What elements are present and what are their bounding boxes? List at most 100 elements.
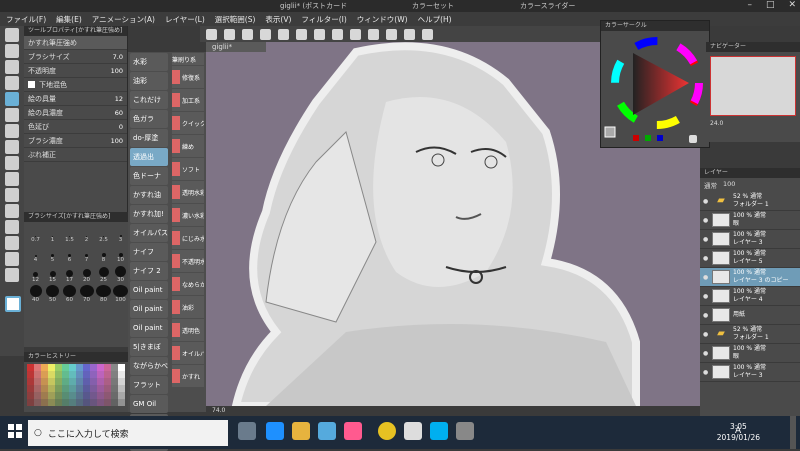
- color-swatch[interactable]: [55, 392, 62, 399]
- color-swatch[interactable]: [34, 399, 41, 406]
- color-swatch[interactable]: [69, 385, 76, 392]
- pen-tool-icon[interactable]: [5, 92, 19, 106]
- color-swatch[interactable]: [62, 371, 69, 378]
- eye-icon[interactable]: ●: [703, 369, 709, 376]
- sub-tool-item[interactable]: ながらかべ: [130, 357, 168, 375]
- checkbox-icon[interactable]: [28, 81, 35, 88]
- color-swatch[interactable]: [55, 364, 62, 371]
- color-swatch[interactable]: [76, 371, 83, 378]
- prop-row[interactable]: 下地混色: [24, 78, 127, 92]
- sub-tool-item[interactable]: フラット: [130, 376, 168, 394]
- color-swatch[interactable]: [69, 392, 76, 399]
- brush-size-preset[interactable]: 0.7: [28, 225, 43, 243]
- clip-paint-taskbar-icon[interactable]: [456, 422, 474, 440]
- color-swatch[interactable]: [41, 392, 48, 399]
- chrome-icon[interactable]: [378, 422, 396, 440]
- layer-row[interactable]: ● 100 % 通常 レイヤー 4: [700, 287, 800, 306]
- brush-size-preset[interactable]: 8: [96, 245, 111, 263]
- color-swatch[interactable]: [62, 392, 69, 399]
- color-swatch[interactable]: [55, 378, 62, 385]
- eye-icon[interactable]: ●: [703, 312, 709, 319]
- color-swatch[interactable]: [48, 392, 55, 399]
- eye-icon[interactable]: ●: [703, 255, 709, 262]
- color-swatch[interactable]: [97, 385, 104, 392]
- sub-tool-group-item[interactable]: 透明色: [172, 319, 204, 341]
- taskbar-search[interactable]: ○ ここに入力して検索: [28, 420, 228, 446]
- show-desktop-button[interactable]: [790, 416, 796, 449]
- color-swatch[interactable]: [83, 364, 90, 371]
- color-swatch[interactable]: [97, 371, 104, 378]
- color-swatch[interactable]: [62, 378, 69, 385]
- color-swatch[interactable]: [118, 378, 125, 385]
- layer-row[interactable]: ● ▰ 52 % 通常 フォルダー 1: [700, 325, 800, 344]
- brush-tool-icon[interactable]: [5, 124, 19, 138]
- color-swatch[interactable]: [90, 399, 97, 406]
- eye-icon[interactable]: ●: [703, 331, 709, 338]
- fill-icon[interactable]: [386, 28, 397, 40]
- sub-tool-group-item[interactable]: ソフト: [172, 158, 204, 180]
- color-swatch[interactable]: [48, 364, 55, 371]
- sub-tool-group-item[interactable]: オイルパステル: [172, 342, 204, 364]
- prop-row[interactable]: 絵の具濃度 60: [24, 106, 127, 120]
- color-swatch[interactable]: [104, 385, 111, 392]
- menu-help[interactable]: ヘルプ(H): [418, 14, 452, 25]
- navigator-zoom[interactable]: 24.0: [706, 120, 800, 127]
- color-swatch[interactable]: [34, 364, 41, 371]
- color-swatch[interactable]: [62, 399, 69, 406]
- new-file-icon[interactable]: [224, 28, 235, 40]
- color-swatch[interactable]: [55, 385, 62, 392]
- zoom-tool-icon[interactable]: [5, 60, 19, 74]
- select-tool-icon[interactable]: [5, 44, 19, 58]
- layer-row[interactable]: ● ▰ 52 % 通常 フォルダー 1: [700, 192, 800, 211]
- sub-tool-group-item[interactable]: 加工系: [172, 89, 204, 111]
- brush-size-preset[interactable]: 6: [62, 245, 77, 263]
- transform-icon[interactable]: [332, 28, 343, 40]
- color-swatch[interactable]: [97, 399, 104, 406]
- color-swatch[interactable]: [104, 371, 111, 378]
- color-swatch[interactable]: [111, 378, 118, 385]
- eye-icon[interactable]: ●: [703, 198, 709, 205]
- eyedropper-icon[interactable]: [5, 76, 19, 90]
- color-swatch[interactable]: [69, 399, 76, 406]
- brush-size-preset[interactable]: 2: [79, 225, 94, 243]
- layer-row[interactable]: ● 100 % 通常 レイヤー 3: [700, 363, 800, 382]
- sub-tool-item[interactable]: これだけ: [130, 91, 168, 109]
- prop-row[interactable]: ブラシ濃度 100: [24, 134, 127, 148]
- color-swatch[interactable]: [69, 364, 76, 371]
- menu-layer[interactable]: レイヤー(L): [165, 14, 205, 25]
- color-swatch[interactable]: [76, 392, 83, 399]
- prop-row[interactable]: 色延び 0: [24, 120, 127, 134]
- color-swatch[interactable]: [111, 399, 118, 406]
- color-swatch[interactable]: [90, 364, 97, 371]
- edge-icon[interactable]: [266, 422, 284, 440]
- zoom-value[interactable]: 74.0: [212, 407, 225, 414]
- brush-size-preset[interactable]: 60: [62, 285, 77, 303]
- sub-tool-item[interactable]: Oil paint: [130, 281, 168, 299]
- text-tool-icon[interactable]: [5, 236, 19, 250]
- color-swatch[interactable]: [90, 392, 97, 399]
- sub-tool-group-item[interactable]: 修復系: [172, 66, 204, 88]
- color-swatch[interactable]: [90, 378, 97, 385]
- sub-tool-item[interactable]: Oil paint: [130, 300, 168, 318]
- balloon-tool-icon[interactable]: [5, 252, 19, 266]
- color-swatch[interactable]: [118, 392, 125, 399]
- sub-tool-group-item[interactable]: なめらか: [172, 273, 204, 295]
- sub-tool-item[interactable]: オイルパス: [130, 224, 168, 242]
- sub-tool-item[interactable]: かすれ加!: [130, 205, 168, 223]
- close-icon[interactable]: ✕: [788, 0, 796, 10]
- brush-size-preset[interactable]: 30: [113, 265, 128, 283]
- help-icon[interactable]: [422, 28, 433, 40]
- sub-tool-group-item[interactable]: 練め: [172, 135, 204, 157]
- sub-tool-group-item[interactable]: にじみ水彩: [172, 227, 204, 249]
- color-swatch[interactable]: [97, 378, 104, 385]
- clip-studio-icon[interactable]: [206, 28, 217, 40]
- sub-tool-item[interactable]: 色ドーナ: [130, 167, 168, 185]
- color-swatch[interactable]: [97, 392, 104, 399]
- figure-tool-icon[interactable]: [5, 220, 19, 234]
- color-swatch[interactable]: [104, 399, 111, 406]
- main-color-swatch[interactable]: [5, 296, 21, 312]
- color-swatch[interactable]: [41, 399, 48, 406]
- eye-icon[interactable]: ●: [703, 236, 709, 243]
- ime-indicator[interactable]: A: [735, 426, 741, 436]
- task-view-icon[interactable]: [238, 422, 256, 440]
